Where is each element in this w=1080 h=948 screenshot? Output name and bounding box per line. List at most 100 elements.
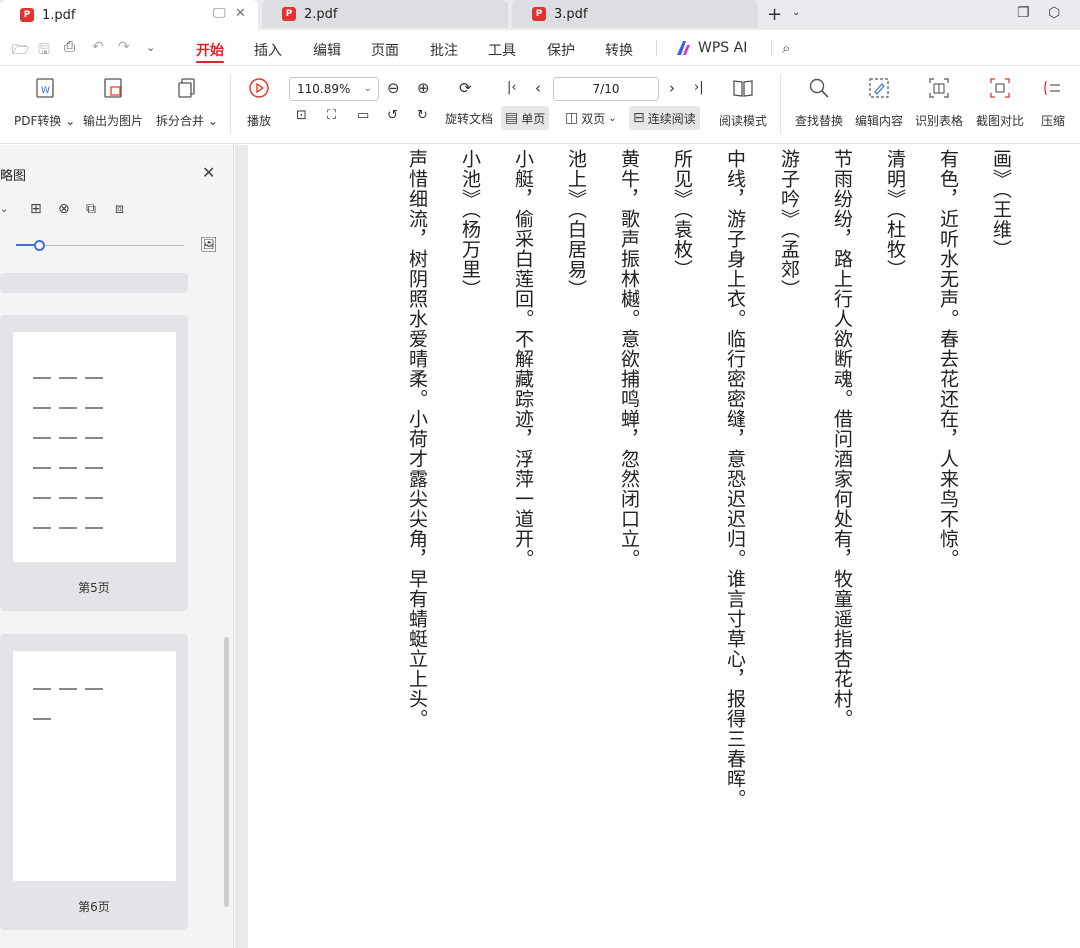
rotate-document-label: 旋转文档 [445,111,494,126]
tab-2-pdf[interactable]: P 2.pdf [262,0,508,28]
export-image-button[interactable]: 输出为图片 [83,76,143,129]
chevron-down-icon[interactable]: ⌄ [0,204,8,215]
thumb-text-line [85,437,103,439]
compress-label: 压缩 [1041,114,1066,128]
text-column: 小艇，偷采白莲回。不解藏踪迹，浮萍一道开。 [512,149,534,569]
page-number-input[interactable]: 7/10 [553,77,659,101]
menu-annotate[interactable]: 批注 [430,40,458,60]
zoom-in-icon[interactable]: ⊕ [417,79,430,97]
sidebar-scrollbar[interactable] [224,637,229,907]
last-page-icon[interactable]: ›| [694,80,704,95]
tab-3-pdf[interactable]: P 3.pdf [512,0,758,28]
open-folder-icon[interactable]: 🗁 [12,39,29,63]
fit-page-icon[interactable]: ⛶ [327,108,336,123]
menu-divider [656,40,657,56]
recognize-table-icon [927,76,951,100]
thumb-text-line [85,377,103,379]
split-merge-button[interactable]: 拆分合并 ⌄ [156,76,218,129]
pdf-convert-label: PDF转换 ⌄ [14,114,76,128]
ribbon-toolbar: W PDF转换 ⌄ 输出为图片 拆分合并 ⌄ 播放 110.89% ⌄ ⊖ ⊕ … [0,66,1080,144]
save-icon[interactable]: 🖫 [38,39,50,63]
play-icon [247,76,271,100]
edit-content-button[interactable]: 编辑内容 [855,76,903,129]
undo-icon[interactable]: ↶ [92,39,104,55]
close-icon[interactable]: ✕ [202,163,215,182]
thumb-text-line [59,437,77,439]
thumb-text-line [59,688,77,690]
thumb-text-line [59,407,77,409]
find-replace-label: 查找替换 [795,114,844,128]
replace-page-icon[interactable]: ⧈ [115,201,124,217]
screenshot-compare-button[interactable]: 截图对比 [976,76,1024,129]
monitor-icon[interactable]: 🖵 [213,6,226,21]
find-replace-button[interactable]: 查找替换 [795,76,843,129]
recognize-table-button[interactable]: 识别表格 [915,76,963,129]
menu-page[interactable]: 页面 [371,40,399,60]
redo-icon[interactable]: ↷ [118,39,130,55]
continuous-read-button[interactable]: ⊟ 连续阅读 [629,106,700,130]
text-column: 游子吟》（孟郊） [778,149,800,300]
chevron-down-icon[interactable]: ⌄ [146,41,155,54]
menu-convert[interactable]: 转换 [605,40,633,60]
edit-content-icon [867,76,891,100]
menu-start[interactable]: 开始 [196,40,224,60]
extract-page-icon[interactable]: ⧉ [86,201,96,217]
menu-insert[interactable]: 插入 [254,40,282,60]
thumb-text-line [59,527,77,529]
ribbon-divider [780,74,781,134]
pdf-convert-button[interactable]: W PDF转换 ⌄ [14,76,75,129]
wps-ai-logo-icon [677,41,690,55]
menu-protect[interactable]: 保护 [547,40,575,60]
single-page-button[interactable]: ▤ 单页 [501,106,550,130]
menu-bar: 🗁 🖫 ⎙ ↶ ↷ ⌄ 开始 插入 编辑 页面 批注 工具 保护 转换 WPS … [0,30,1080,66]
fit-width-icon[interactable]: ▭ [357,108,369,123]
first-page-icon[interactable]: |‹ [507,80,517,95]
next-page-icon[interactable]: › [669,79,675,97]
menu-tools[interactable]: 工具 [488,40,516,60]
pdf-page: 画》（王维） 有色，近听水无声。春去花还在，人来鸟不惊。 清明》（杜牧） 节雨纷… [248,145,1080,948]
print-icon[interactable]: ⎙ [64,39,75,55]
cube-icon[interactable]: ⬡ [1048,5,1060,21]
new-tab-plus-icon[interactable]: + [767,4,782,25]
rotate-right-icon[interactable]: ↻ [417,108,428,123]
sidebar-title: 略图 [0,169,27,184]
thumb-text-line [33,377,51,379]
image-icon[interactable]: 🖼 [200,237,218,253]
zoom-select[interactable]: 110.89% ⌄ [289,77,379,101]
tab-title: 3.pdf [554,6,588,22]
play-button[interactable]: 播放 [247,76,271,129]
thumbnail-card-partial[interactable] [0,273,188,293]
thumb-text-line [85,527,103,529]
read-mode-button[interactable]: 阅读模式 [719,76,767,129]
tab-1-pdf[interactable]: P 1.pdf 🖵 ✕ [0,0,258,30]
rotate-document-button[interactable]: 旋转文档 [441,106,497,130]
double-page-button[interactable]: ◫ 双页 ⌄ [561,106,621,130]
thumbnail-card-page-5[interactable]: 第5页 [0,315,188,611]
text-column: 池上》（白居易） [565,149,587,300]
read-mode-label: 阅读模式 [719,114,768,128]
chevron-down-icon[interactable]: ⌄ [792,7,800,18]
rotate-doc-icon[interactable]: ⟳ [459,79,472,97]
rotate-left-icon[interactable]: ↺ [387,108,398,123]
menu-wps-ai[interactable]: WPS AI [698,40,747,56]
thumbnail-sidebar: 略图 ✕ ⌄ ⊞ ⊗ ⧉ ⧈ 🖼 第5页 第6页 [0,145,234,948]
thumb-text-line [85,497,103,499]
thumb-text-line [59,497,77,499]
close-icon[interactable]: ✕ [235,6,246,21]
menu-divider [771,40,772,56]
compress-icon [1041,76,1065,100]
search-icon[interactable]: ⌕ [782,39,790,57]
menu-edit[interactable]: 编辑 [313,40,341,60]
prev-page-icon[interactable]: ‹ [535,79,541,97]
delete-page-icon[interactable]: ⊗ [58,201,70,217]
compress-button[interactable]: 压缩 [1041,76,1065,129]
zoom-out-icon[interactable]: ⊖ [387,79,400,97]
single-page-icon: ▤ [505,110,519,126]
thumbnail-card-page-6[interactable]: 第6页 [0,634,188,930]
thumb-text-line [85,467,103,469]
thumbnail-size-slider-thumb[interactable] [34,240,45,251]
actual-size-icon[interactable]: ⊡ [296,108,307,123]
restore-window-icon[interactable]: ❐ [1017,5,1030,21]
add-page-icon[interactable]: ⊞ [30,201,42,217]
double-page-icon: ◫ [565,110,579,126]
